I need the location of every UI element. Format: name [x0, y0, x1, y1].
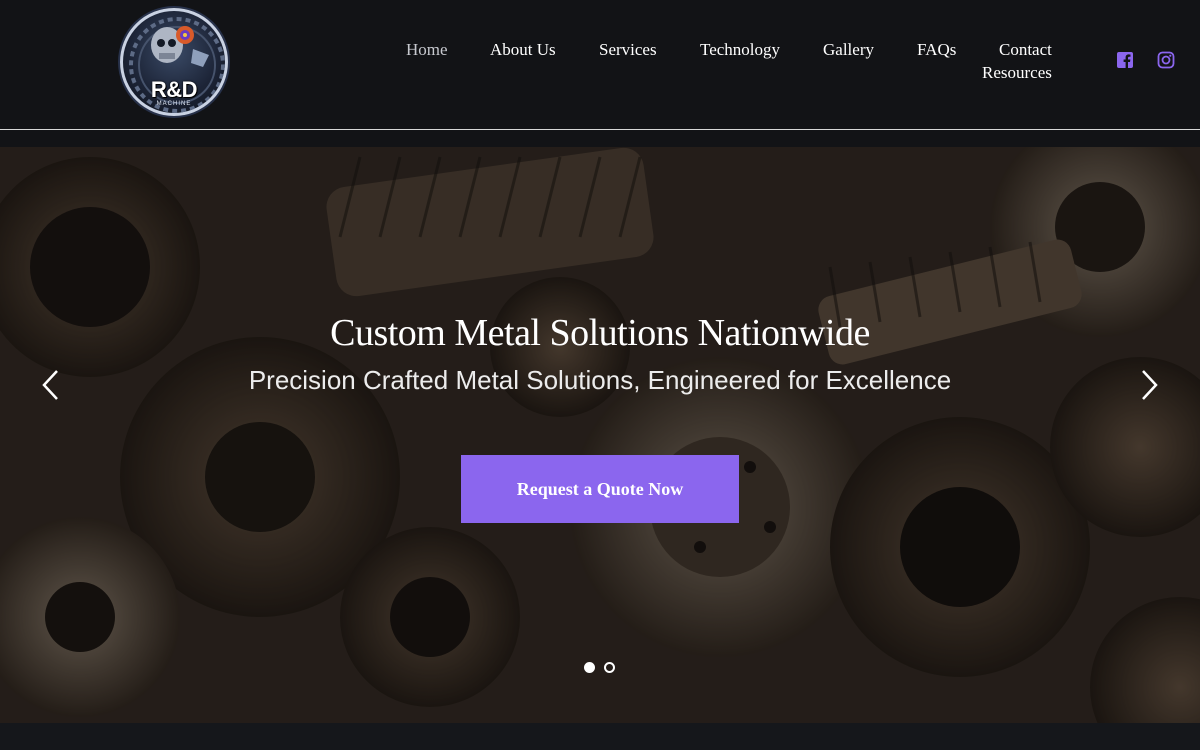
logo-text: R&D: [150, 77, 198, 102]
nav-gallery[interactable]: Gallery: [823, 39, 874, 61]
nav-resources[interactable]: Resources: [982, 62, 1052, 84]
nav-services[interactable]: Services: [599, 39, 657, 61]
slide-dot-1[interactable]: [584, 662, 595, 673]
hero-overlay: [0, 147, 1200, 723]
site-header: R&D MACHINE Home About Us Services Techn…: [0, 0, 1200, 130]
chevron-right-icon[interactable]: [1138, 365, 1162, 405]
slide-dot-2[interactable]: [604, 662, 615, 673]
nav-technology[interactable]: Technology: [700, 39, 780, 61]
nav-about-us[interactable]: About Us: [490, 39, 556, 61]
logo-subtitle: MACHINE: [156, 101, 192, 107]
hero-subtitle: Precision Crafted Metal Solutions, Engin…: [248, 365, 952, 395]
hero-slider: Custom Metal Solutions Nationwide Precis…: [0, 147, 1200, 723]
hero-title: Custom Metal Solutions Nationwide: [330, 312, 870, 354]
instagram-icon[interactable]: [1157, 51, 1175, 69]
chevron-left-icon[interactable]: [38, 365, 62, 405]
nav-contact[interactable]: Contact: [999, 39, 1052, 61]
logo[interactable]: R&D MACHINE: [120, 8, 228, 116]
nav-home[interactable]: Home: [406, 39, 448, 61]
slider-dots: [584, 662, 618, 674]
nav-faqs[interactable]: FAQs: [917, 39, 956, 61]
page-bottom-strip: [0, 723, 1200, 750]
request-quote-button[interactable]: Request a Quote Now: [461, 455, 739, 523]
facebook-icon[interactable]: [1116, 51, 1134, 69]
